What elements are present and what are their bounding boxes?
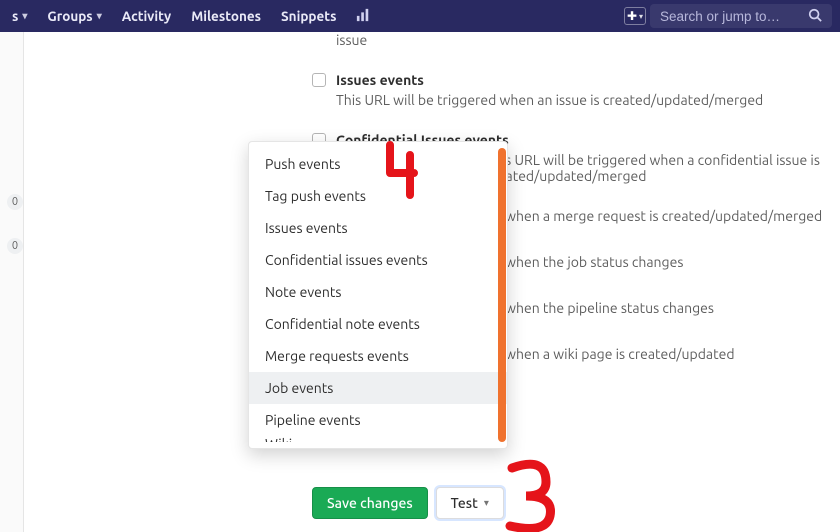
chevron-down-icon: ▾ — [22, 10, 27, 22]
content-area: This URL will be triggered when someone … — [24, 32, 840, 532]
nav-projects[interactable]: s ▾ — [4, 4, 35, 28]
save-button-label: Save changes — [327, 495, 413, 511]
trigger-desc: ed when the pipeline status changes — [486, 300, 840, 316]
nav-right: ✚ ▾ — [624, 4, 832, 28]
trigger-label: Issues events — [336, 72, 424, 88]
search-icon — [808, 8, 822, 25]
nav-snippets-label: Snippets — [281, 8, 336, 24]
dropdown-item-note-events[interactable]: Note events — [249, 276, 507, 308]
new-menu-button[interactable]: ✚ ▾ — [624, 7, 646, 25]
nav-milestones-label: Milestones — [191, 8, 261, 24]
trigger-desc: This URL will be triggered when a confid… — [486, 152, 840, 184]
trigger-desc: ed when the job status changes — [486, 254, 840, 270]
nav-groups-label: Groups — [47, 8, 92, 24]
dropdown-item-job-events[interactable]: Job events — [249, 372, 507, 404]
left-rail: 0 0 — [0, 32, 24, 532]
dropdown-item-confidential-note[interactable]: Confidential note events — [249, 308, 507, 340]
dropdown-item-push-events[interactable]: Push events — [249, 148, 507, 180]
test-events-dropdown: Push events Tag push events Issues event… — [248, 141, 508, 449]
chevron-down-icon: ▾ — [97, 10, 102, 22]
search-input[interactable] — [660, 9, 808, 24]
nav-projects-label: s — [12, 8, 18, 24]
nav-activity-label: Activity — [122, 8, 171, 24]
test-dropdown-button[interactable]: Test ▾ — [436, 487, 504, 519]
test-button-label: Test — [451, 495, 478, 511]
dropdown-item-confidential-issues[interactable]: Confidential issues events — [249, 244, 507, 276]
save-changes-button[interactable]: Save changes — [312, 487, 428, 519]
rail-badge-1[interactable]: 0 — [7, 194, 23, 210]
nav-milestones[interactable]: Milestones — [183, 4, 269, 28]
chevron-down-icon: ▾ — [639, 12, 643, 21]
nav-left: s ▾ Groups ▾ Activity Milestones Snippet… — [4, 4, 378, 29]
trigger-desc: ed when a wiki page is created/updated — [486, 346, 840, 362]
trigger-row-issues: Issues events This URL will be triggered… — [312, 72, 840, 108]
plus-icon: ✚ — [627, 9, 637, 23]
graph-icon — [356, 8, 370, 25]
nav-graph[interactable] — [348, 4, 378, 29]
trigger-desc: This URL will be triggered when someone … — [336, 32, 840, 48]
nav-activity[interactable]: Activity — [114, 4, 179, 28]
top-navbar: s ▾ Groups ▾ Activity Milestones Snippet… — [0, 0, 840, 32]
annotation-3 — [496, 452, 566, 532]
form-buttons: Save changes Test ▾ — [312, 487, 504, 519]
dropdown-item-issues-events[interactable]: Issues events — [249, 212, 507, 244]
nav-snippets[interactable]: Snippets — [273, 4, 344, 28]
dropdown-item-wiki[interactable]: Wiki — [249, 436, 507, 442]
nav-groups[interactable]: Groups ▾ — [39, 4, 109, 28]
chevron-down-icon: ▾ — [484, 497, 489, 509]
rail-badge-2[interactable]: 0 — [7, 238, 23, 254]
trigger-desc: This URL will be triggered when an issue… — [336, 92, 840, 108]
dropdown-item-pipeline-events[interactable]: Pipeline events — [249, 404, 507, 436]
dropdown-item-tag-push-events[interactable]: Tag push events — [249, 180, 507, 212]
trigger-desc: ed when a merge request is created/updat… — [486, 208, 840, 224]
trigger-row-confidential-comments: This URL will be triggered when someone … — [312, 32, 840, 48]
checkbox-issues-events[interactable] — [312, 73, 326, 87]
dropdown-scrollbar[interactable] — [498, 148, 506, 442]
search-box[interactable] — [650, 4, 832, 28]
dropdown-item-merge-requests[interactable]: Merge requests events — [249, 340, 507, 372]
